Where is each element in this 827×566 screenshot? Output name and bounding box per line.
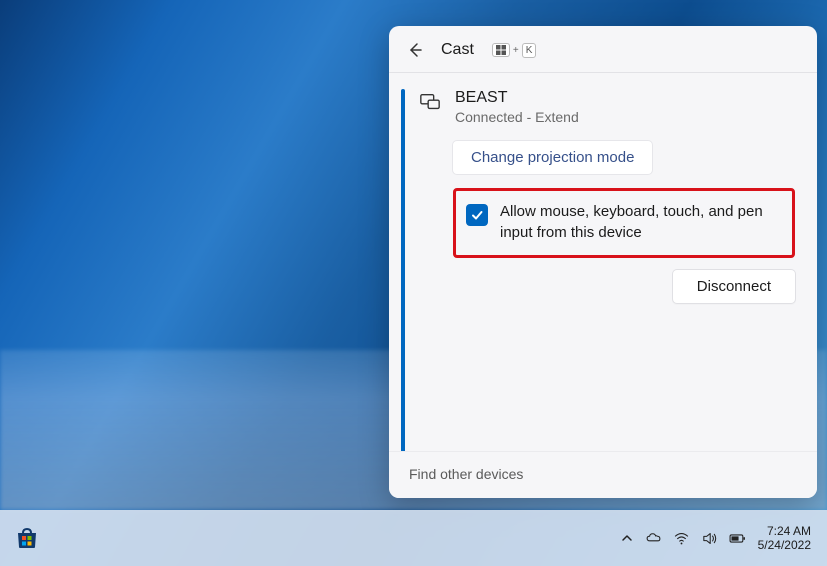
- cast-header: Cast + K: [389, 26, 817, 72]
- accent-bar: [401, 89, 405, 488]
- taskbar-clock[interactable]: 7:24 AM 5/24/2022: [758, 524, 811, 553]
- arrow-left-icon: [407, 42, 423, 58]
- display-icon: [419, 89, 441, 118]
- change-projection-button[interactable]: Change projection mode: [453, 141, 652, 174]
- allow-input-label: Allow mouse, keyboard, touch, and pen in…: [500, 201, 782, 243]
- wifi-icon[interactable]: [673, 530, 690, 547]
- device-name: BEAST: [455, 89, 799, 107]
- battery-icon[interactable]: [729, 530, 746, 547]
- k-key: K: [522, 43, 537, 58]
- win-key-icon: [492, 43, 510, 57]
- disconnect-button[interactable]: Disconnect: [673, 270, 795, 303]
- allow-input-checkbox[interactable]: [466, 204, 488, 226]
- cast-title: Cast: [441, 41, 474, 59]
- volume-icon[interactable]: [701, 530, 718, 547]
- plus-icon: +: [513, 45, 519, 56]
- microsoft-store-icon[interactable]: [10, 521, 44, 555]
- cast-panel: Cast + K BEAST Connected - Exten: [389, 26, 817, 498]
- find-other-devices[interactable]: Find other devices: [389, 451, 817, 498]
- tray-overflow-icon[interactable]: [621, 530, 634, 547]
- system-tray: [621, 530, 746, 547]
- device-status: Connected - Extend: [455, 109, 799, 125]
- desktop-background: Cast + K BEAST Connected - Exten: [0, 0, 827, 566]
- clock-time: 7:24 AM: [767, 524, 811, 538]
- check-icon: [470, 208, 484, 222]
- device-section: BEAST Connected - Extend Change projecti…: [389, 73, 817, 498]
- clock-date: 5/24/2022: [758, 538, 811, 552]
- shortcut-hint: + K: [492, 43, 537, 58]
- onedrive-icon[interactable]: [645, 530, 662, 547]
- device-header: BEAST Connected - Extend: [419, 89, 799, 125]
- allow-input-highlight: Allow mouse, keyboard, touch, and pen in…: [453, 188, 795, 258]
- taskbar: 7:24 AM 5/24/2022: [0, 510, 827, 566]
- back-button[interactable]: [403, 38, 427, 62]
